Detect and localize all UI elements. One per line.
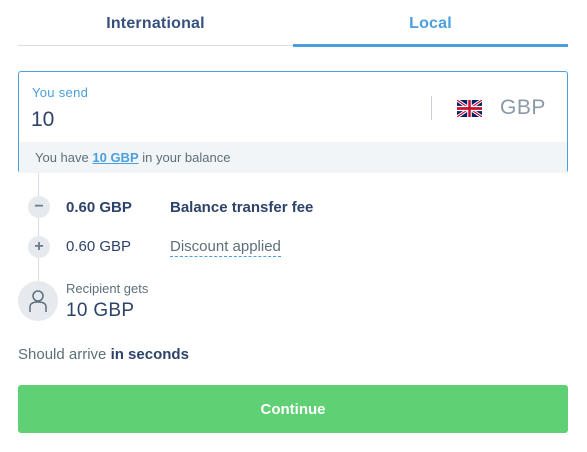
currency-selector[interactable]: GBP bbox=[443, 92, 563, 124]
recipient-avatar bbox=[18, 281, 58, 321]
uk-flag-icon bbox=[457, 99, 482, 117]
balance-amount-link[interactable]: 10 GBP bbox=[92, 150, 138, 165]
fee-amount: 0.60 GBP bbox=[66, 199, 132, 216]
send-amount-input[interactable] bbox=[31, 106, 421, 134]
continue-button[interactable]: Continue bbox=[18, 385, 568, 433]
arrival-prefix: Should arrive bbox=[18, 346, 107, 363]
discount-label[interactable]: Discount applied bbox=[170, 238, 281, 257]
recipient-amount: 10 GBP bbox=[66, 300, 135, 321]
currency-code: GBP bbox=[500, 96, 546, 119]
minus-icon: − bbox=[28, 196, 50, 218]
person-icon bbox=[29, 290, 47, 312]
send-label: You send bbox=[32, 85, 89, 100]
tab-local[interactable]: Local bbox=[293, 0, 568, 47]
balance-info: You have 10 GBP in your balance bbox=[19, 142, 567, 173]
input-divider bbox=[431, 96, 432, 120]
fee-label: Balance transfer fee bbox=[170, 199, 314, 216]
balance-suffix: in your balance bbox=[142, 150, 231, 165]
balance-prefix: You have bbox=[35, 150, 89, 165]
plus-icon: + bbox=[28, 236, 50, 258]
transfer-type-tabs: International Local bbox=[18, 0, 568, 47]
recipient-label: Recipient gets bbox=[66, 281, 149, 296]
send-amount-box: You send GBP You have 10 GBP in your bal… bbox=[18, 71, 568, 173]
breakdown-timeline bbox=[38, 173, 39, 283]
arrival-time: in seconds bbox=[110, 346, 189, 363]
tab-international[interactable]: International bbox=[18, 0, 293, 45]
discount-amount: 0.60 GBP bbox=[66, 238, 132, 255]
arrival-estimate: Should arrive in seconds bbox=[18, 346, 189, 363]
